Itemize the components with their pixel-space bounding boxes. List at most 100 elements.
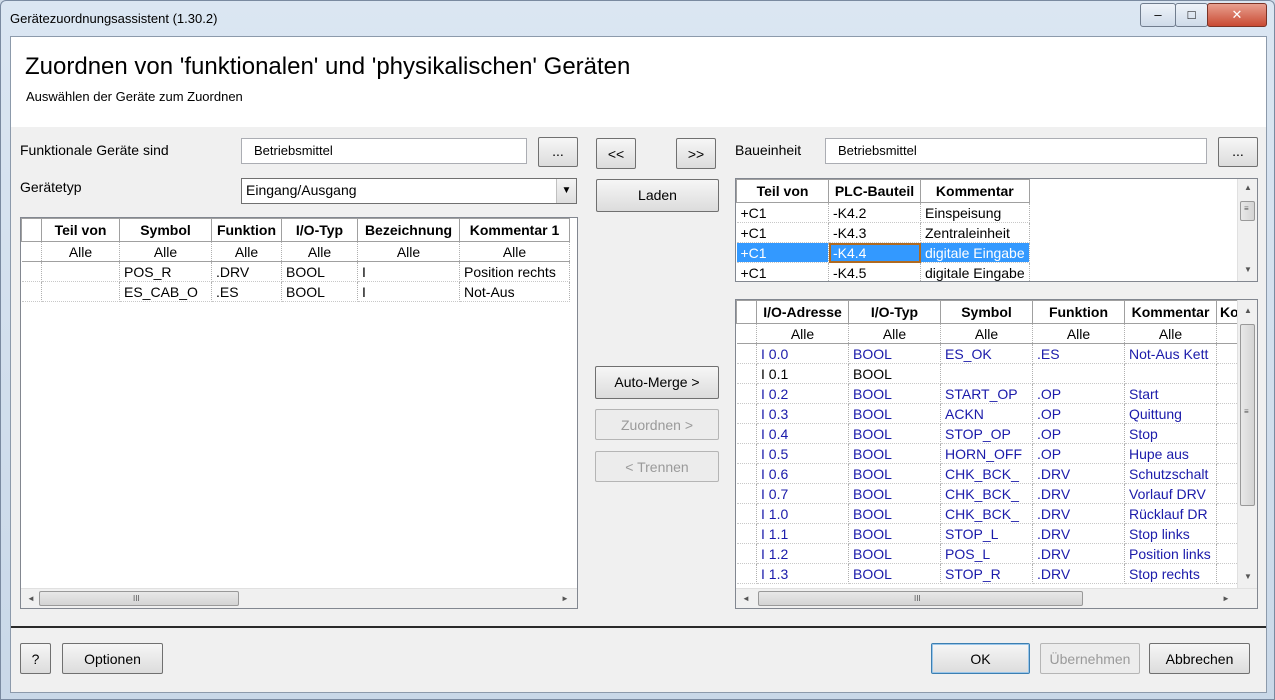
cell-io-address[interactable]: I 0.7 xyxy=(756,483,849,504)
cell-plc-component[interactable]: -K4.2 xyxy=(828,202,921,223)
col-header[interactable]: Bezeichnung xyxy=(357,218,460,242)
close-button[interactable]: ✕ xyxy=(1207,3,1267,27)
table-row[interactable]: I 1.2 BOOL POS_L .DRV Position links xyxy=(736,543,1243,564)
cell-io-type[interactable]: BOOL xyxy=(281,261,358,282)
cell-symbol[interactable]: HORN_OFF xyxy=(940,443,1033,464)
cell-io-address[interactable]: I 0.2 xyxy=(756,383,849,404)
scroll-left-icon[interactable]: ◄ xyxy=(738,594,754,603)
cell-io-address[interactable]: I 0.0 xyxy=(756,343,849,364)
cell-comment[interactable]: Rücklauf DR xyxy=(1124,503,1217,524)
minimize-button[interactable]: – xyxy=(1140,3,1176,27)
cell-comment[interactable]: Schutzschalt xyxy=(1124,463,1217,484)
col-header[interactable]: Funktion xyxy=(1032,300,1125,324)
col-header[interactable]: Teil von xyxy=(41,218,120,242)
ok-button[interactable]: OK xyxy=(931,643,1030,674)
cell-io-address[interactable]: I 0.6 xyxy=(756,463,849,484)
cell-function[interactable]: .OP xyxy=(1032,443,1125,464)
cell-io-type[interactable]: BOOL xyxy=(848,343,941,364)
table-row[interactable]: I 0.2 BOOL START_OP .OP Start xyxy=(736,383,1243,404)
cell-comment[interactable]: digitale Eingabe xyxy=(920,242,1030,263)
cell-io-address[interactable]: I 1.1 xyxy=(756,523,849,544)
vertical-scrollbar[interactable]: ▲ ≡ ▼ xyxy=(1237,179,1257,281)
cell-io-type[interactable]: BOOL xyxy=(848,503,941,524)
cancel-button[interactable]: Abbrechen xyxy=(1149,643,1250,674)
table-row[interactable]: I 1.3 BOOL STOP_R .DRV Stop rechts xyxy=(736,563,1243,584)
filter-cell[interactable]: Alle xyxy=(281,241,358,262)
col-header[interactable]: Symbol xyxy=(940,300,1033,324)
cell-designation[interactable]: I xyxy=(357,261,460,282)
cell-symbol[interactable] xyxy=(940,363,1033,384)
horizontal-scrollbar[interactable]: ◄ III ► xyxy=(21,588,577,608)
table-row[interactable]: +C1 -K4.3 Zentraleinheit xyxy=(736,222,1030,243)
cell-io-address[interactable]: I 0.5 xyxy=(756,443,849,464)
cell-io-type[interactable]: BOOL xyxy=(848,463,941,484)
cell-function[interactable]: .DRV xyxy=(1032,563,1125,584)
cell-part-of[interactable]: +C1 xyxy=(736,262,829,281)
title-bar[interactable]: Gerätezuordnungsassistent (1.30.2) – □ ✕ xyxy=(1,1,1274,35)
cell-comment[interactable]: Einspeisung xyxy=(920,202,1030,223)
cell-function[interactable]: .OP xyxy=(1032,383,1125,404)
filter-cell[interactable]: Alle xyxy=(41,241,120,262)
cell-part-of[interactable] xyxy=(41,261,120,282)
table-row[interactable]: I 0.1 BOOL xyxy=(736,363,1243,384)
cell-function[interactable]: .DRV xyxy=(1032,543,1125,564)
scroll-left-icon[interactable]: ◄ xyxy=(23,594,39,603)
load-button[interactable]: Laden xyxy=(596,179,719,212)
cell-symbol[interactable]: ES_OK xyxy=(940,343,1033,364)
cell-comment[interactable]: Position rechts xyxy=(459,261,570,282)
previous-button[interactable]: << xyxy=(596,138,636,169)
cell-symbol[interactable]: POS_L xyxy=(940,543,1033,564)
cell-designation[interactable]: I xyxy=(357,281,460,302)
cell-io-type[interactable]: BOOL xyxy=(848,383,941,404)
cell-io-address[interactable]: I 0.3 xyxy=(756,403,849,424)
cell-plc-component[interactable]: -K4.5 xyxy=(828,262,921,281)
filter-cell[interactable]: Alle xyxy=(848,323,941,344)
cell-part-of[interactable]: +C1 xyxy=(736,202,829,223)
cell-function[interactable]: .DRV xyxy=(1032,483,1125,504)
col-header[interactable]: Kommentar 1 xyxy=(459,218,570,242)
table-row[interactable]: POS_R .DRV BOOL I Position rechts xyxy=(21,261,570,282)
cell-function[interactable] xyxy=(1032,363,1125,384)
cell-comment[interactable]: digitale Eingabe xyxy=(920,262,1030,281)
functional-browse-button[interactable]: ... xyxy=(538,137,578,167)
unit-field[interactable]: Betriebsmittel xyxy=(825,138,1207,164)
chevron-down-icon[interactable]: ▼ xyxy=(556,179,576,203)
table-row-selected[interactable]: +C1 -K4.4 digitale Eingabe xyxy=(736,242,1030,263)
cell-comment[interactable]: Not-Aus xyxy=(459,281,570,302)
col-header[interactable]: Kommentar xyxy=(1124,300,1217,324)
cell-io-type[interactable]: BOOL xyxy=(848,523,941,544)
filter-cell[interactable]: Alle xyxy=(459,241,570,262)
cell-comment[interactable] xyxy=(1124,363,1217,384)
cell-io-type[interactable]: BOOL xyxy=(848,423,941,444)
cell-io-type[interactable]: BOOL xyxy=(848,363,941,384)
cell-io-address[interactable]: I 0.1 xyxy=(756,363,849,384)
horizontal-scrollbar[interactable]: ◄ III ► xyxy=(736,588,1257,608)
cell-comment[interactable]: Hupe aus xyxy=(1124,443,1217,464)
cell-symbol[interactable]: POS_R xyxy=(119,261,212,282)
filter-cell[interactable]: Alle xyxy=(211,241,282,262)
next-button[interactable]: >> xyxy=(676,138,716,169)
cell-comment[interactable]: Stop xyxy=(1124,423,1217,444)
col-header[interactable]: PLC-Bauteil xyxy=(828,179,921,203)
cell-io-type[interactable]: BOOL xyxy=(281,281,358,302)
auto-merge-button[interactable]: Auto-Merge > xyxy=(595,366,719,399)
col-header[interactable]: I/O-Typ xyxy=(848,300,941,324)
table-row[interactable]: +C1 -K4.5 digitale Eingabe xyxy=(736,262,1030,281)
cell-symbol[interactable]: STOP_L xyxy=(940,523,1033,544)
table-row[interactable]: +C1 -K4.2 Einspeisung xyxy=(736,202,1030,223)
cell-function[interactable]: .DRV xyxy=(1032,503,1125,524)
scroll-down-icon[interactable]: ▼ xyxy=(1240,265,1256,274)
help-button[interactable]: ? xyxy=(20,643,51,674)
functional-devices-field[interactable]: Betriebsmittel xyxy=(241,138,527,164)
maximize-button[interactable]: □ xyxy=(1175,3,1208,27)
cell-symbol[interactable]: CHK_BCK_ xyxy=(940,503,1033,524)
cell-function[interactable]: .DRV xyxy=(1032,523,1125,544)
cell-io-address[interactable]: I 1.3 xyxy=(756,563,849,584)
table-row[interactable]: ES_CAB_O .ES BOOL I Not-Aus xyxy=(21,281,570,302)
device-type-select[interactable]: Eingang/Ausgang ▼ xyxy=(241,178,577,204)
scroll-up-icon[interactable]: ▲ xyxy=(1240,306,1256,315)
scroll-right-icon[interactable]: ► xyxy=(1218,594,1234,603)
filter-cell[interactable]: Alle xyxy=(1032,323,1125,344)
cell-io-type[interactable]: BOOL xyxy=(848,563,941,584)
cell-io-type[interactable]: BOOL xyxy=(848,483,941,504)
